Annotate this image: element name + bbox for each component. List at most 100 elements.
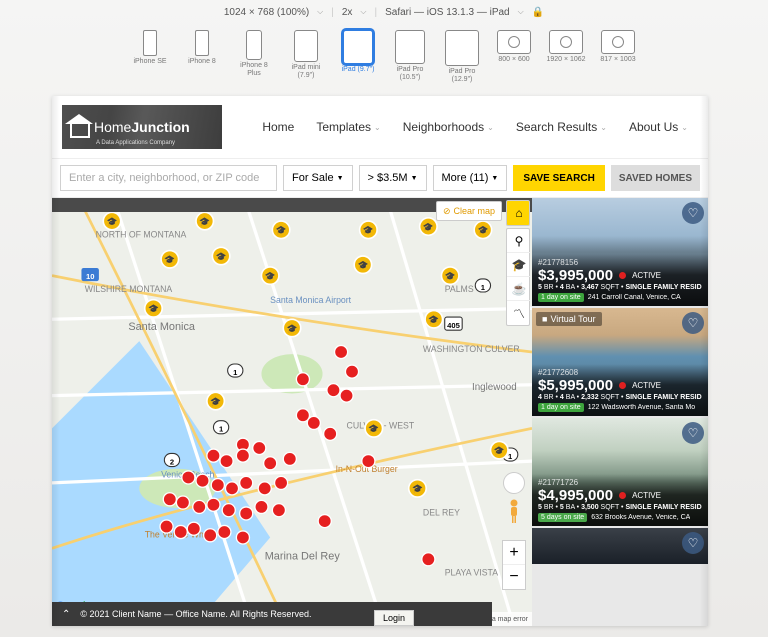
pegman-icon[interactable] (506, 498, 522, 524)
mls-number: #21778156 (538, 258, 702, 267)
favorite-button[interactable]: ♡ (682, 312, 704, 334)
svg-text:🎓: 🎓 (445, 271, 456, 281)
listing-address: 122 Wadsworth Avenue, Santa Mo (588, 404, 695, 411)
site-footer: ⌃ © 2021 Client Name — Office Name. All … (52, 602, 492, 626)
device-icon (143, 30, 157, 56)
listing-status: ACTIVE (632, 381, 661, 390)
mls-number: #21772608 (538, 368, 702, 377)
video-icon: ■ (542, 314, 547, 324)
days-badge: 1 day on site (538, 403, 584, 412)
listing-card[interactable]: ♡ #21778156 $3,995,000ACTIVE 5 BR • 4 BA… (532, 198, 708, 306)
days-badge: 5 days on site (538, 513, 587, 522)
listing-card[interactable]: ♡ #21771726 $4,995,000ACTIVE 5 BR • 5 BA… (532, 418, 708, 526)
nav-item[interactable]: Search Results⌄ (516, 120, 607, 134)
device-option[interactable]: iPhone 8 Plus (234, 30, 274, 77)
zoom-out-button[interactable]: − (503, 565, 525, 589)
device-icon (395, 30, 425, 64)
device-label: iPad (9.7") (338, 66, 378, 74)
device-option[interactable]: iPhone SE (130, 30, 170, 66)
favorite-button[interactable]: ♡ (682, 202, 704, 224)
filter-button[interactable]: For Sale▼ (283, 165, 353, 191)
svg-text:🎓: 🎓 (368, 424, 379, 434)
coffee-icon[interactable]: ☕ (507, 277, 531, 301)
listing-card[interactable]: ♡ (532, 528, 708, 564)
chevron-down-icon: ⌄ (600, 123, 607, 132)
device-icon (445, 30, 479, 66)
device-option[interactable]: iPad mini (7.9") (286, 30, 326, 79)
svg-text:🎓: 🎓 (199, 216, 210, 226)
listing-status: ACTIVE (632, 271, 661, 280)
chevron-up-icon[interactable]: ⌃ (62, 609, 70, 620)
favorite-button[interactable]: ♡ (682, 422, 704, 444)
map-home-tool[interactable]: ⌂ (506, 200, 530, 226)
chevron-down-icon[interactable]: ⌵ (518, 7, 524, 17)
svg-text:🎓: 🎓 (216, 251, 227, 261)
device-option[interactable]: 800 × 600 (494, 30, 534, 64)
responsive-toolbar: 1024 × 768 (100%) ⌵ | 2x ⌵ | Safari — iO… (0, 0, 768, 20)
logo[interactable]: HomeJunction A Data Applications Company (62, 105, 222, 149)
pin-icon[interactable]: ⚲ (507, 229, 531, 253)
chevron-down-icon: ⌄ (681, 123, 688, 132)
chevron-down-icon[interactable]: ⌵ (360, 7, 366, 17)
device-option[interactable]: iPhone 8 (182, 30, 222, 66)
nav-item[interactable]: Templates⌄ (316, 120, 380, 134)
save-search-button[interactable]: SAVE SEARCH (513, 165, 605, 191)
listing-meta: 5 BR • 5 BA • 3,500 SQFT • SINGLE FAMILY… (538, 504, 702, 511)
caret-down-icon: ▼ (337, 175, 344, 182)
svg-text:Marina Del Rey: Marina Del Rey (265, 550, 341, 562)
svg-text:405: 405 (447, 321, 460, 330)
home-icon: ⌂ (507, 201, 531, 225)
clear-map-button[interactable]: ⊘Clear map (436, 201, 502, 221)
listing-address: 632 Brooks Avenue, Venice, CA (591, 514, 690, 521)
logo-tagline: A Data Applications Company (96, 140, 175, 146)
listing-price: $5,995,000 (538, 377, 613, 394)
svg-text:1: 1 (233, 368, 238, 377)
svg-text:🎓: 🎓 (287, 323, 298, 333)
svg-text:1: 1 (508, 452, 513, 461)
map-canvas[interactable]: 10 2 1 1 1 1 405 NORTH OF MONTANA WILSHI… (52, 198, 532, 626)
map-tools: ⚲ 🎓 ☕ 〽 (506, 228, 530, 326)
svg-text:1: 1 (219, 425, 224, 434)
svg-text:🎓: 🎓 (363, 225, 374, 235)
search-input[interactable] (60, 165, 277, 191)
device-option[interactable]: iPad Pro (10.5") (390, 30, 430, 81)
status-dot-icon (619, 492, 626, 499)
device-icon (246, 30, 262, 60)
status-dot-icon (619, 382, 626, 389)
device-option[interactable]: iPad (9.7") (338, 30, 378, 74)
app-viewport: HomeJunction A Data Applications Company… (52, 96, 708, 626)
nav-item[interactable]: About Us⌄ (629, 120, 688, 134)
device-option[interactable]: 817 × 1003 (598, 30, 638, 64)
chevron-down-icon[interactable]: ⌵ (317, 7, 323, 17)
filter-button[interactable]: More (11)▼ (433, 165, 508, 191)
device-icon (294, 30, 318, 62)
device-icon (343, 30, 373, 64)
caret-down-icon: ▼ (411, 175, 418, 182)
device-icon (497, 30, 531, 54)
svg-text:🎓: 🎓 (477, 225, 488, 235)
device-option[interactable]: iPad Pro (12.9") (442, 30, 482, 83)
school-icon[interactable]: 🎓 (507, 253, 531, 277)
status-dot-icon (619, 272, 626, 279)
listing-card[interactable]: ♡ ■Virtual Tour #21772608 $5,995,000 ACTIV… (532, 308, 708, 416)
days-badge: 1 day on site (538, 293, 584, 302)
map-panel[interactable]: ⊘Clear map ⌂ ⚲ 🎓 ☕ 〽 (52, 198, 532, 626)
listings-panel[interactable]: ♡ #21778156 $3,995,000ACTIVE 5 BR • 4 BA… (532, 198, 708, 626)
device-label: iPhone SE (130, 58, 170, 66)
favorite-button[interactable]: ♡ (682, 532, 704, 554)
filter-button[interactable]: > $3.5M▼ (359, 165, 427, 191)
streetview-control[interactable] (502, 472, 526, 528)
virtual-tour-badge[interactable]: ■Virtual Tour (536, 312, 602, 326)
compass-icon[interactable] (503, 472, 525, 494)
login-button[interactable]: Login (374, 610, 414, 626)
svg-text:🎓: 🎓 (148, 304, 159, 314)
svg-text:WASHINGTON CULVER: WASHINGTON CULVER (423, 344, 520, 354)
nav-item[interactable]: Home (262, 120, 294, 134)
svg-text:10: 10 (86, 272, 94, 281)
trend-icon[interactable]: 〽 (507, 301, 531, 325)
zoom-in-button[interactable]: + (503, 541, 525, 565)
svg-text:WILSHIRE MONTANA: WILSHIRE MONTANA (85, 284, 173, 294)
nav-item[interactable]: Neighborhoods⌄ (403, 120, 494, 134)
device-option[interactable]: 1920 × 1062 (546, 30, 586, 64)
saved-homes-button[interactable]: SAVED HOMES (611, 165, 700, 191)
